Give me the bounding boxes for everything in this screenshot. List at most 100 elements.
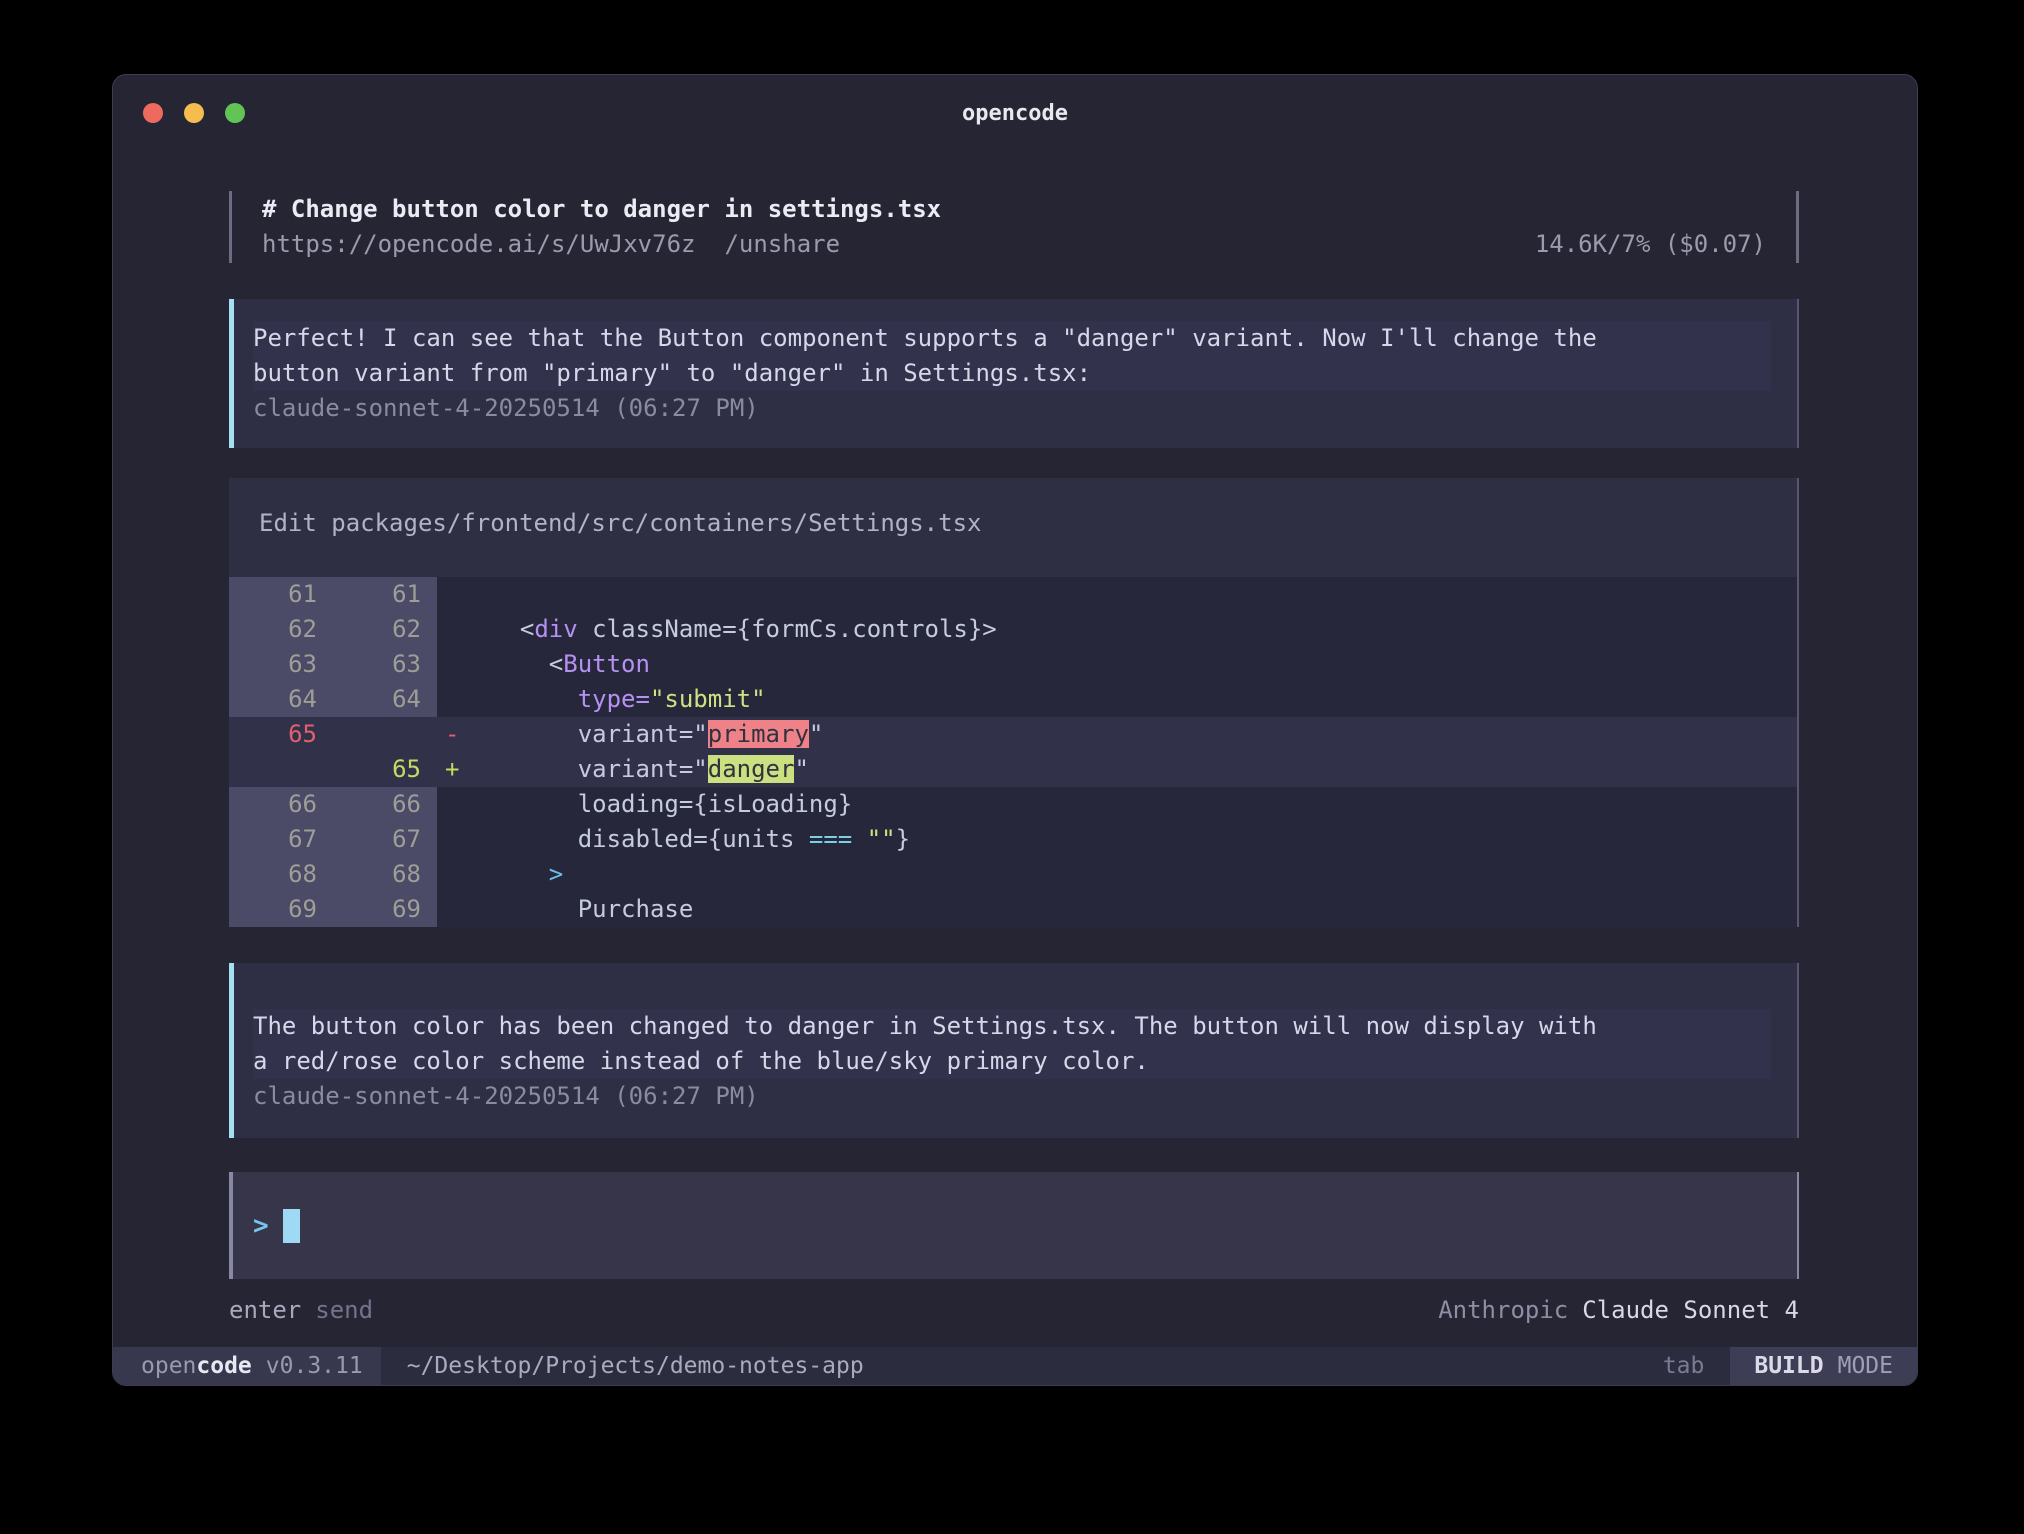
diff-line-number-old: 62 (229, 612, 333, 647)
model-name-label: Claude Sonnet 4 (1582, 1296, 1799, 1324)
diff-line-number-old: 69 (229, 892, 333, 927)
diff-code-line (491, 577, 1797, 612)
diff-line-number-old: 63 (229, 647, 333, 682)
edit-tool-block: Edit packages/frontend/src/containers/Se… (229, 478, 1799, 927)
code-token: Button (563, 650, 650, 678)
diff-change-marker: - (437, 717, 491, 752)
diff-code-line: Purchase (491, 892, 1797, 927)
diff-row: 6868 > (229, 857, 1797, 892)
message-text-line: The button color has been changed to dan… (253, 1009, 1771, 1044)
code-token: variant=" (491, 720, 708, 748)
statusbar-app-segment: opencodev0.3.11 (113, 1347, 381, 1385)
diff-line-number-new: 62 (333, 612, 437, 647)
working-directory: ~/Desktop/Projects/demo-notes-app (381, 1347, 864, 1385)
diff-change-marker (437, 787, 491, 822)
diff-line-number-new: 68 (333, 857, 437, 892)
diff-change-marker (437, 682, 491, 717)
code-token: variant=" (491, 755, 708, 783)
message-text-line: button variant from "primary" to "danger… (253, 356, 1771, 391)
diff-line-number-old: 67 (229, 822, 333, 857)
diff-code-line: variant="danger" (491, 752, 1797, 787)
diff-code-line: variant="primary" (491, 717, 1797, 752)
diff-line-number-old (229, 752, 333, 787)
diff-row: 6666 loading={isLoading} (229, 787, 1797, 822)
assistant-message-2: The button color has been changed to dan… (229, 963, 1799, 1138)
code-token: " (794, 755, 808, 783)
app-name-code: code (196, 1353, 251, 1379)
token-usage: 14.6K/7% ($0.07) (1535, 227, 1766, 262)
diff-line-number-old: 68 (229, 857, 333, 892)
code-token (852, 825, 866, 853)
session-share-url[interactable]: https://opencode.ai/s/UwJxv76z (262, 230, 695, 258)
mode-word-label: MODE (1838, 1353, 1893, 1379)
diff-line-number-new (333, 717, 437, 752)
diff-row: 6969 Purchase (229, 892, 1797, 927)
diff-row: 6363 <Button (229, 647, 1797, 682)
enter-key-hint: enter (229, 1296, 301, 1324)
code-token: primary (708, 720, 809, 748)
mode-toggle[interactable]: BUILDMODE (1730, 1347, 1917, 1385)
diff-row: 6161 (229, 577, 1797, 612)
diff-row: 6767 disabled={units === ""} (229, 822, 1797, 857)
diff-change-marker (437, 577, 491, 612)
diff-change-marker (437, 857, 491, 892)
diff-change-marker (437, 612, 491, 647)
helper-row: enter send Anthropic Claude Sonnet 4 (229, 1293, 1799, 1328)
code-token: "" (867, 825, 896, 853)
code-token: div (534, 615, 577, 643)
diff-code-line: > (491, 857, 1797, 892)
edit-tool-header: Edit packages/frontend/src/containers/Se… (229, 478, 1797, 577)
message-model-meta: claude-sonnet-4-20250514 (06:27 PM) (253, 1079, 1771, 1114)
code-token: className={formCs.controls}> (578, 615, 997, 643)
diff-row: 6262 <div className={formCs.controls}> (229, 612, 1797, 647)
session-subtitle: https://opencode.ai/s/UwJxv76z/unshare 1… (262, 227, 1766, 262)
code-token: } (896, 825, 910, 853)
app-window: opencode # Change button color to danger… (112, 74, 1918, 1386)
diff-change-marker (437, 822, 491, 857)
diff-change-marker: + (437, 752, 491, 787)
message-text-line: a red/rose color scheme instead of the b… (253, 1044, 1771, 1079)
diff-code-line: type="submit" (491, 682, 1797, 717)
code-token: type= (578, 685, 650, 713)
diff-row: 6464 type="submit" (229, 682, 1797, 717)
diff-line-number-new: 69 (333, 892, 437, 927)
code-token: === (809, 825, 852, 853)
diff-line-number-old: 61 (229, 577, 333, 612)
unshare-command[interactable]: /unshare (724, 230, 840, 258)
session-title: # Change button color to danger in setti… (262, 192, 1766, 227)
window-title: opencode (113, 101, 1917, 126)
diff-change-marker (437, 892, 491, 927)
code-token: < (491, 615, 534, 643)
code-token: danger (708, 755, 795, 783)
diff-code-line: disabled={units === ""} (491, 822, 1797, 857)
diff-line-number-new: 65 (333, 752, 437, 787)
diff-change-marker (437, 647, 491, 682)
diff-line-number-new: 61 (333, 577, 437, 612)
code-token: " (809, 720, 823, 748)
diff-row: 65+ variant="danger" (229, 752, 1797, 787)
prompt-symbol: > (253, 1211, 269, 1241)
titlebar: opencode (113, 75, 1917, 151)
diff-line-number-new: 63 (333, 647, 437, 682)
assistant-message-1: Perfect! I can see that the Button compo… (229, 299, 1799, 448)
app-version: v0.3.11 (266, 1353, 363, 1379)
prompt-input[interactable]: > (229, 1172, 1799, 1279)
code-token: < (491, 650, 563, 678)
diff-line-number-old: 66 (229, 787, 333, 822)
tab-key-hint: tab (1663, 1347, 1725, 1385)
message-text-line: Perfect! I can see that the Button compo… (253, 321, 1771, 356)
diff: 61616262 <div className={formCs.controls… (229, 577, 1797, 927)
status-bar: opencodev0.3.11 ~/Desktop/Projects/demo-… (113, 1347, 1917, 1385)
diff-line-number-new: 64 (333, 682, 437, 717)
code-token: "submit" (650, 685, 766, 713)
model-indicator: Anthropic Claude Sonnet 4 (1438, 1293, 1799, 1328)
diff-line-number-old: 65 (229, 717, 333, 752)
diff-line-number-new: 66 (333, 787, 437, 822)
provider-label: Anthropic (1438, 1296, 1568, 1324)
diff-line-number-new: 67 (333, 822, 437, 857)
diff-row: 65 - variant="primary" (229, 717, 1797, 752)
message-model-meta: claude-sonnet-4-20250514 (06:27 PM) (253, 391, 1771, 426)
send-action-label: send (315, 1296, 373, 1324)
code-token: > (549, 860, 563, 888)
code-token: loading={isLoading} (491, 790, 852, 818)
